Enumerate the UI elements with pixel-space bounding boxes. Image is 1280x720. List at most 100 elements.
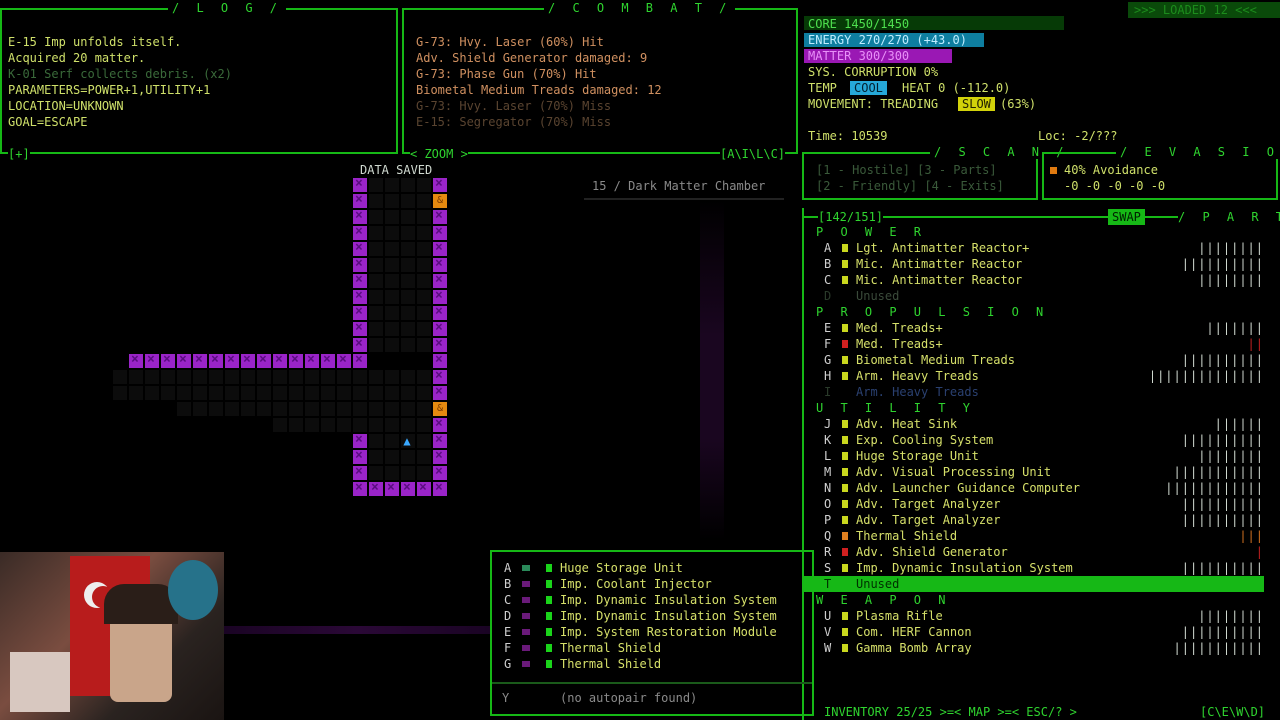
floor-tile [321, 386, 335, 400]
floor-tile [129, 370, 143, 384]
part-slot-t[interactable]: T Unused [804, 576, 1264, 592]
part-slot-k[interactable]: K Exp. Cooling System |||||||||| [804, 432, 1264, 448]
floor-tile [305, 402, 319, 416]
part-slot-d[interactable]: D Unused [804, 288, 1264, 304]
part-slot-key: H [824, 369, 832, 383]
floor-tile [417, 242, 431, 256]
scan-line[interactable]: [2 - Friendly] [4 - Exits] [816, 178, 1004, 194]
part-slot-j[interactable]: J Adv. Heat Sink |||||| [804, 416, 1264, 432]
door-icon[interactable]: & [433, 194, 447, 208]
part-slot-o[interactable]: O Adv. Target Analyzer |||||||||| [804, 496, 1264, 512]
wall-tile [417, 480, 431, 496]
part-slot-a[interactable]: A Lgt. Antimatter Reactor+ |||||||| [804, 240, 1264, 256]
floor-tile [193, 386, 207, 400]
swap-button[interactable]: SWAP [1108, 209, 1145, 225]
part-name: Mic. Antimatter Reactor [856, 257, 1023, 271]
part-slot-key: D [824, 289, 832, 303]
wall-tile [433, 208, 447, 224]
floor-tile [401, 306, 415, 320]
parts-footer-nav[interactable]: INVENTORY 25/25 >=< MAP >=< ESC/? > [824, 704, 1077, 720]
inventory-item-key: E [504, 625, 512, 639]
floor-tile [369, 322, 383, 336]
part-name: Med. Treads+ [856, 321, 943, 335]
player-robot-icon[interactable]: ▲ [400, 434, 414, 448]
part-slot-key: N [824, 481, 832, 495]
part-slot-e[interactable]: E Med. Treads+ ||||||| [804, 320, 1264, 336]
part-slot-r[interactable]: R Adv. Shield Generator | [804, 544, 1264, 560]
evasion-modifiers: -0 -0 -0 -0 -0 [1064, 179, 1166, 193]
floor-tile [129, 386, 143, 400]
part-integrity-icon [842, 244, 848, 252]
part-name: Unused [856, 577, 900, 591]
part-slot-s[interactable]: S Imp. Dynamic Insulation System |||||||||… [804, 560, 1264, 576]
part-integrity-icon [842, 436, 848, 444]
part-integrity-bars: |||||||| [1198, 241, 1264, 255]
inventory-item-name: Thermal Shield [560, 641, 662, 655]
part-integrity-icon [842, 324, 848, 332]
part-slot-w[interactable]: W Gamma Bomb Array ||||||||||| [804, 640, 1264, 656]
wall-tile [177, 352, 191, 368]
inventory-item[interactable]: D Imp. Dynamic Insulation System [492, 608, 812, 624]
part-slot-b[interactable]: B Mic. Antimatter Reactor |||||||||| [804, 256, 1264, 272]
door-icon[interactable]: & [433, 402, 447, 416]
part-slot-l[interactable]: L Huge Storage Unit |||||||| [804, 448, 1264, 464]
part-slot-u[interactable]: U Plasma Rifle |||||||| [804, 608, 1264, 624]
part-slot-key: B [824, 257, 832, 271]
combat-line: G-73: Hvy. Laser (60%) Hit [416, 35, 604, 49]
wall-tile [353, 320, 367, 336]
part-slot-g[interactable]: G Biometal Medium Treads |||||||||| [804, 352, 1264, 368]
floor-tile [369, 274, 383, 288]
part-slot-key: G [824, 353, 832, 367]
log-panel: / L O G / E-15 Imp unfolds itself. Acqui… [0, 1, 398, 162]
part-slot-h[interactable]: H Arm. Heavy Treads |||||||||||||| [804, 368, 1264, 384]
wall-tile [209, 352, 223, 368]
inventory-item[interactable]: B Imp. Coolant Injector [492, 576, 812, 592]
inventory-item[interactable]: F Thermal Shield [492, 640, 812, 656]
inventory-item[interactable]: E Imp. System Restoration Module [492, 624, 812, 640]
floor-tile [289, 402, 303, 416]
wall-tile [401, 480, 415, 496]
inventory-item[interactable]: A Huge Storage Unit [492, 560, 812, 576]
floor-tile [385, 274, 399, 288]
part-integrity-icon [842, 356, 848, 364]
parts-footer-filter[interactable]: [C\E\W\D] [1200, 704, 1265, 720]
floor-tile [417, 226, 431, 240]
floor-tile [417, 178, 431, 192]
part-slot-v[interactable]: V Com. HERF Cannon |||||||||| [804, 624, 1264, 640]
part-slot-m[interactable]: M Adv. Visual Processing Unit ||||||||||| [804, 464, 1264, 480]
inventory-item[interactable]: C Imp. Dynamic Insulation System [492, 592, 812, 608]
part-name: Arm. Heavy Treads [856, 385, 979, 399]
inventory-item[interactable]: G Thermal Shield [492, 656, 812, 672]
floor-tile [401, 338, 415, 352]
map-area[interactable]: DATA SAVED 15 / Dark Matter Chamber & & ▲ [0, 160, 800, 550]
wall-tile [193, 352, 207, 368]
floor-tile [369, 402, 383, 416]
wall-tile [433, 288, 447, 304]
floor-tile [417, 274, 431, 288]
part-slot-p[interactable]: P Adv. Target Analyzer |||||||||| [804, 512, 1264, 528]
inventory-item-integrity-icon [546, 628, 552, 636]
scan-line[interactable]: [1 - Hostile] [3 - Parts] [816, 162, 997, 178]
wall-tile [433, 304, 447, 320]
floor-tile [401, 370, 415, 384]
inventory-item-type-icon [522, 629, 530, 635]
status-area: CORE 1450/1450 ENERGY 270/270 (+43.0) MA… [804, 16, 1280, 146]
location-readout: Loc: -2/??? [1038, 129, 1118, 143]
part-integrity-bars: |||||||||||| [1165, 481, 1264, 495]
part-slot-n[interactable]: N Adv. Launcher Guidance Computer ||||||||… [804, 480, 1264, 496]
wall-tile [353, 240, 367, 256]
wall-tile [433, 352, 447, 368]
part-slot-i[interactable]: I Arm. Heavy Treads [804, 384, 1264, 400]
floor-tile [401, 466, 415, 480]
floor-tile [321, 418, 335, 432]
inventory-item-integrity-icon [546, 660, 552, 668]
floor-tile [257, 402, 271, 416]
combat-line: Adv. Shield Generator damaged: 9 [416, 51, 648, 65]
part-slot-f[interactable]: F Med. Treads+ || [804, 336, 1264, 352]
wall-tile [353, 272, 367, 288]
part-slot-q[interactable]: Q Thermal Shield ||| [804, 528, 1264, 544]
part-slot-c[interactable]: C Mic. Antimatter Reactor |||||||| [804, 272, 1264, 288]
floor-tile [305, 386, 319, 400]
floor-tile [273, 402, 287, 416]
wall-tile [385, 480, 399, 496]
